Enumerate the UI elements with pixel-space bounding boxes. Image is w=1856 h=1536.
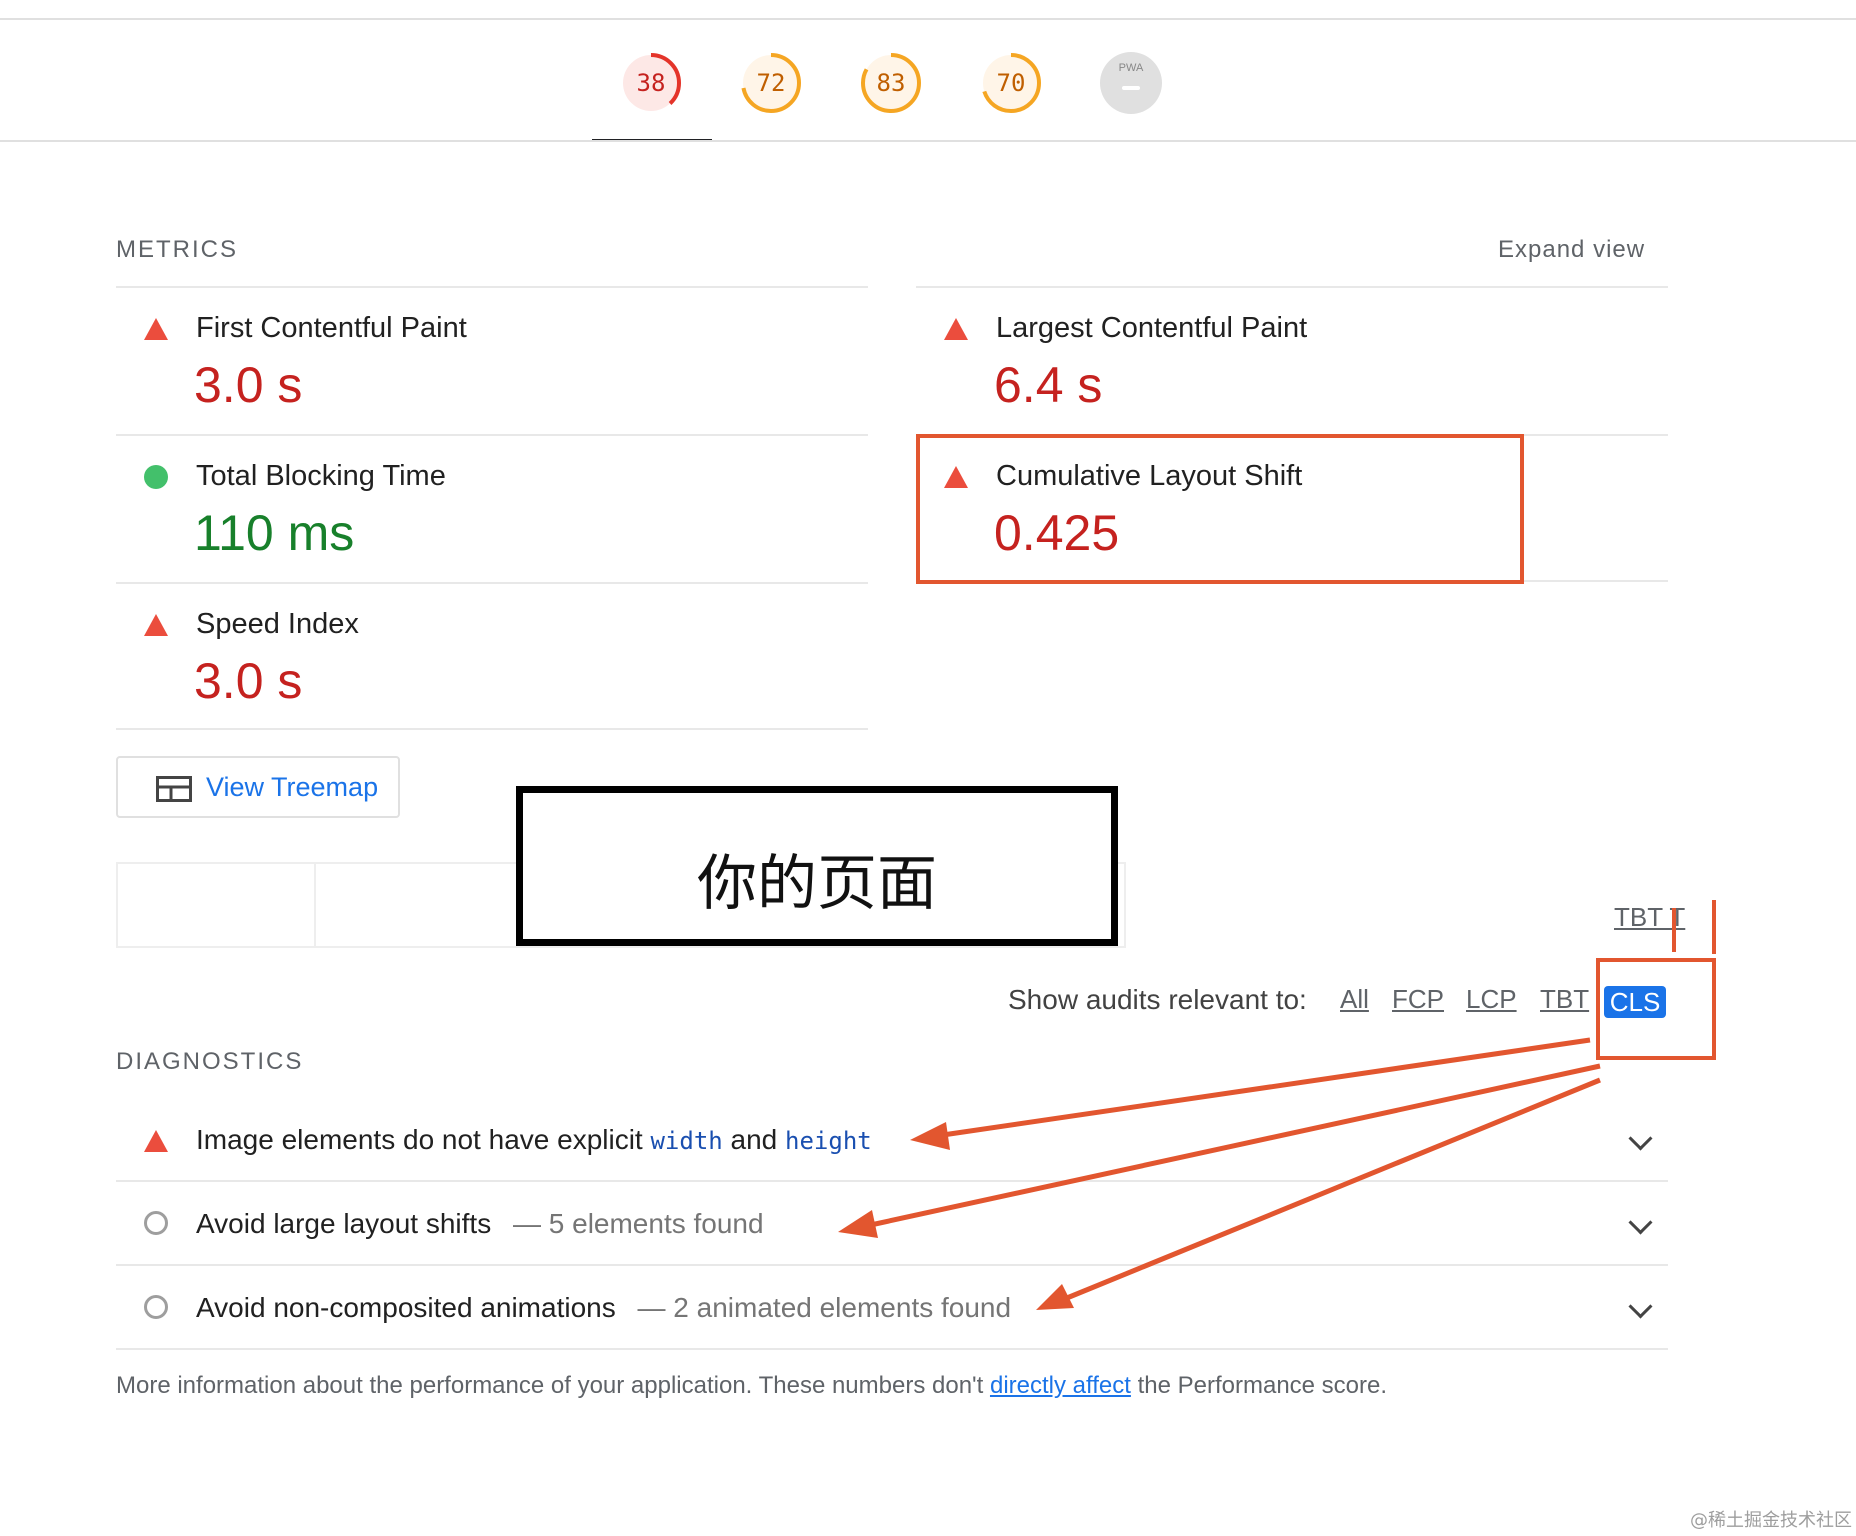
gauge-score: 72	[756, 69, 786, 97]
pass-circle-icon	[144, 465, 168, 489]
pwa-gauge[interactable]: PWA	[1100, 52, 1162, 114]
arrowhead	[838, 1210, 878, 1238]
diagnostics-heading: DIAGNOSTICS	[116, 1048, 304, 1075]
pwa-label: PWA	[1118, 62, 1144, 74]
top-border	[0, 18, 1856, 20]
metric-value-fcp: 3.0 s	[194, 357, 303, 413]
view-treemap-label: View Treemap	[206, 772, 379, 802]
divider	[116, 1180, 1668, 1182]
metric-title-fcp: First Contentful Paint	[196, 312, 467, 344]
metrics-heading: METRICS	[116, 236, 238, 263]
metric-value-lcp: 6.4 s	[994, 357, 1103, 413]
annotation-mark	[1672, 908, 1676, 952]
diagnostics-footnote: More information about the performance o…	[116, 1372, 1387, 1400]
fail-triangle-icon	[144, 614, 168, 636]
fail-triangle-icon	[944, 318, 968, 340]
footnote-text: the Performance score.	[1130, 1372, 1388, 1399]
diagnostic-detail: — 2 animated elements found	[637, 1292, 1012, 1323]
metric-title-lcp: Largest Contentful Paint	[996, 312, 1308, 344]
metric-value-tbt: 110 ms	[194, 505, 355, 561]
metric-value-si: 3.0 s	[194, 653, 303, 709]
chevron-down-icon[interactable]	[1628, 1294, 1653, 1319]
arrow-to-animations	[1061, 1077, 1601, 1303]
filter-tbt-link[interactable]: TBT	[1540, 984, 1589, 1015]
diagnostic-title-layout-shifts[interactable]: Avoid large layout shifts — 5 elements f…	[196, 1208, 764, 1240]
diagnostic-title-animations[interactable]: Avoid non-composited animations — 2 anim…	[196, 1292, 1011, 1324]
gauge-score: 38	[636, 69, 666, 97]
directly-affect-link[interactable]: directly affect	[990, 1372, 1131, 1399]
divider	[116, 286, 868, 288]
fail-triangle-icon	[144, 318, 168, 340]
audit-filter-label: Show audits relevant to:	[1008, 984, 1307, 1015]
fail-triangle-icon	[144, 1130, 168, 1152]
diagnostic-text: Avoid large layout shifts	[196, 1208, 492, 1239]
view-treemap-button[interactable]: View Treemap	[116, 756, 400, 818]
divider	[116, 1348, 1668, 1350]
diagnostic-detail: — 5 elements found	[512, 1208, 764, 1239]
performance-score-gauge[interactable]: 38	[620, 52, 682, 114]
chevron-down-icon[interactable]	[1628, 1210, 1653, 1235]
arrowhead	[1036, 1284, 1074, 1310]
pwa-dash	[1122, 86, 1140, 90]
annotation-mark	[1712, 900, 1716, 954]
filter-all-link[interactable]: All	[1340, 984, 1369, 1015]
watermark: @稀土掘金技术社区	[1690, 1510, 1852, 1531]
divider	[116, 434, 868, 436]
arrow-to-layout-shifts	[865, 1063, 1601, 1229]
info-circle-icon	[144, 1211, 168, 1235]
gauge-score: 70	[996, 69, 1026, 97]
filter-fcp-link[interactable]: FCP	[1392, 984, 1444, 1015]
best-practices-score-gauge[interactable]: 83	[860, 52, 922, 114]
divider	[116, 728, 868, 730]
filmstrip-frame-divider	[314, 864, 316, 948]
footnote-text: More information about the performance o…	[116, 1372, 990, 1399]
accessibility-score-gauge[interactable]: 72	[740, 52, 802, 114]
metric-title-tbt: Total Blocking Time	[196, 460, 446, 492]
cls-filter-annotation	[1596, 958, 1716, 1060]
cls-highlight-annotation	[916, 434, 1524, 584]
gauge-score: 83	[876, 69, 906, 97]
divider	[116, 582, 868, 584]
diagnostic-text: Avoid non-composited animations	[196, 1292, 616, 1323]
overlay-caption: 你的页面	[697, 849, 937, 919]
arrowhead	[910, 1122, 950, 1150]
diagnostic-text: Image elements do not have explicit	[196, 1124, 651, 1155]
treemap-icon	[156, 776, 192, 802]
diagnostic-title-image-dimensions[interactable]: Image elements do not have explicit widt…	[196, 1124, 872, 1156]
diagnostic-text: and	[722, 1124, 786, 1155]
filter-lcp-link[interactable]: LCP	[1466, 984, 1517, 1015]
metric-title-si: Speed Index	[196, 608, 359, 640]
page-preview-overlay: 你的页面	[516, 786, 1118, 946]
code-width: width	[650, 1127, 723, 1155]
arrow-to-image-dimensions	[935, 1037, 1591, 1139]
gauge-bar-border	[0, 140, 1856, 142]
divider	[916, 286, 1668, 288]
info-circle-icon	[144, 1295, 168, 1319]
seo-score-gauge[interactable]: 70	[980, 52, 1042, 114]
chevron-down-icon[interactable]	[1628, 1126, 1653, 1151]
expand-view-toggle[interactable]: Expand view	[1498, 236, 1645, 264]
divider	[116, 1264, 1668, 1266]
code-height: height	[785, 1127, 872, 1155]
